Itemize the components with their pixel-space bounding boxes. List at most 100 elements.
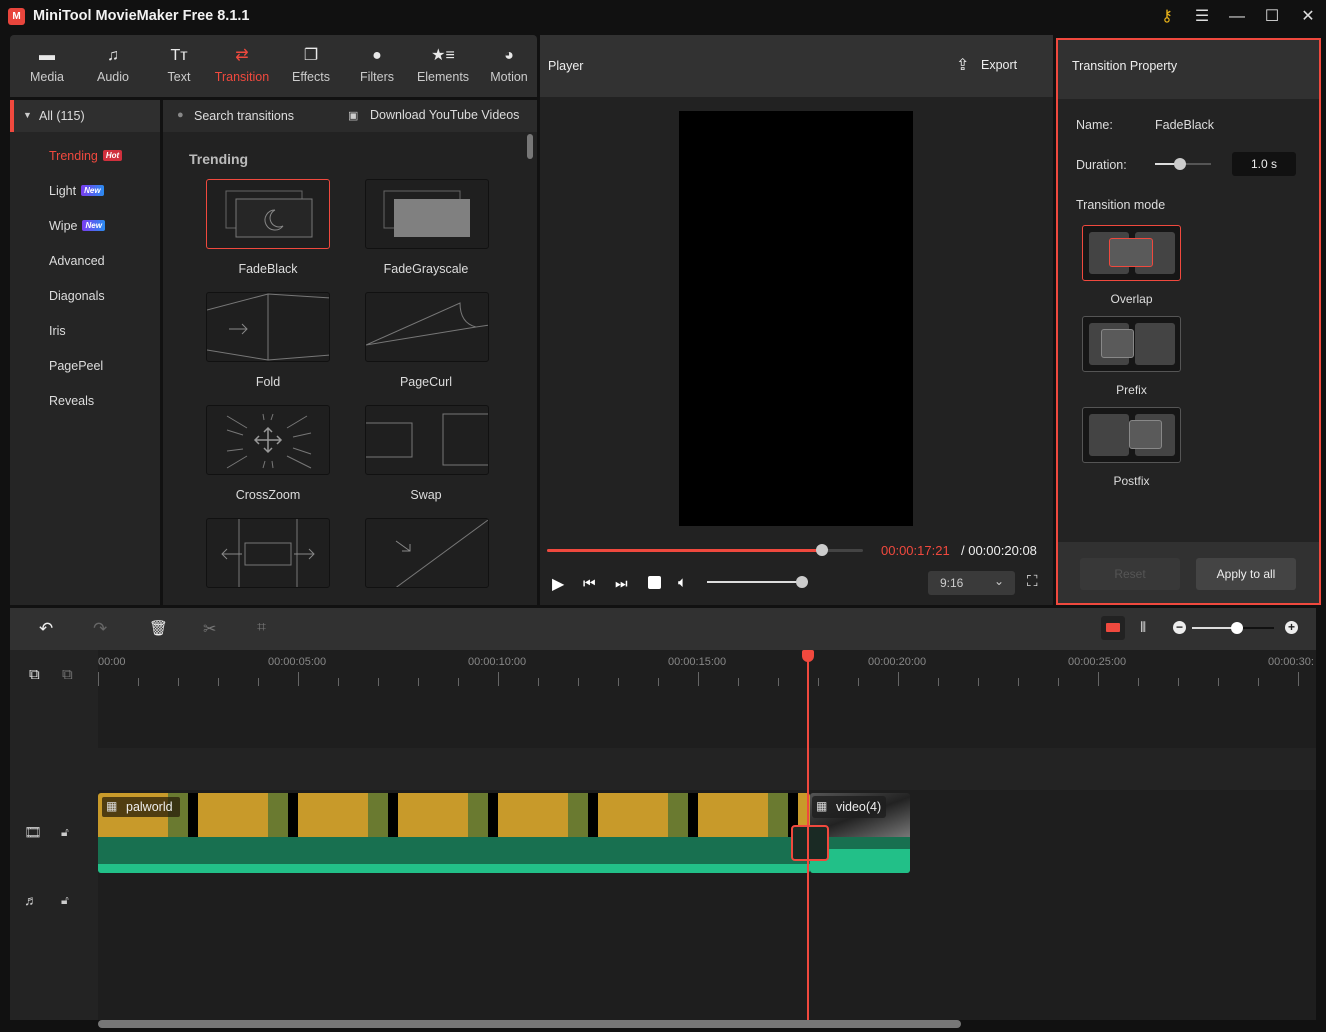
filters-icon: ●: [372, 47, 382, 64]
snap-button[interactable]: [1101, 616, 1125, 640]
category-pagepeel[interactable]: PagePeel: [49, 359, 103, 373]
clip-thumbnails: [98, 793, 810, 837]
ruler-tick: [1098, 672, 1099, 686]
volume-slider[interactable]: [707, 576, 808, 588]
tab-effects[interactable]: ❐ Effects: [278, 35, 344, 97]
category-diagonals[interactable]: Diagonals: [49, 289, 105, 303]
aspect-ratio-select[interactable]: 9:16 ⌄: [928, 571, 1015, 595]
crop-icon[interactable]: ⌗: [257, 619, 266, 637]
track-headers: ⧉ ⧉ 🎞︎ 🔓︎ ♬ 🔓︎: [10, 650, 98, 1020]
remove-track-icon[interactable]: ⧉: [62, 666, 73, 683]
tab-media[interactable]: ▬ Media: [14, 35, 80, 97]
transition-diagonal[interactable]: [365, 518, 489, 588]
category-light[interactable]: Light New: [49, 184, 104, 198]
transition-grid-panel: ● Search transitions ▣ Download YouTube …: [163, 100, 537, 605]
transition-fold[interactable]: [206, 292, 330, 362]
chevron-down-icon: ⌄: [994, 574, 1005, 588]
ruler-tick: [338, 678, 339, 686]
fadeblack-icon: [225, 190, 313, 238]
volume-icon[interactable]: 🔈︎: [678, 574, 687, 591]
ruler-tick: [898, 672, 899, 686]
transition-split[interactable]: [206, 518, 330, 588]
audio-waveform: [98, 837, 810, 873]
playhead[interactable]: [802, 650, 814, 1020]
category-trending[interactable]: Trending Hot: [49, 149, 123, 163]
transition-fadeblack[interactable]: [206, 179, 330, 249]
lock-icon[interactable]: 🔓︎: [61, 825, 69, 840]
timeline-scrollbar[interactable]: [98, 1020, 961, 1028]
name-label: Name:: [1076, 118, 1113, 132]
grid-scrollbar[interactable]: [527, 134, 533, 159]
transition-swap[interactable]: [365, 405, 489, 475]
stop-icon[interactable]: [648, 576, 661, 589]
maximize-icon[interactable]: ☐: [1260, 6, 1284, 28]
previous-frame-icon[interactable]: ⏮: [583, 575, 596, 592]
fit-timeline-icon[interactable]: ⦀: [1140, 619, 1146, 636]
export-button[interactable]: ⇪ Export: [956, 53, 1036, 79]
category-wipe[interactable]: Wipe New: [49, 219, 105, 233]
timeline-zoom-slider[interactable]: [1192, 622, 1274, 634]
grid-header: ● Search transitions ▣ Download YouTube …: [163, 100, 537, 132]
search-input[interactable]: Search transitions: [194, 109, 294, 123]
key-icon[interactable]: ⚷: [1155, 6, 1179, 28]
timeline: ⧉ ⧉ 🎞︎ 🔓︎ ♬ 🔓︎ 00:00 00:00:05:00 00:00:1…: [10, 650, 1316, 1020]
menu-icon[interactable]: ☰: [1190, 6, 1214, 28]
swap-icon: [366, 413, 488, 466]
mode-postfix[interactable]: [1082, 407, 1181, 463]
new-badge: New: [82, 220, 105, 231]
video-clip-palworld[interactable]: ▦ palworld: [98, 793, 810, 873]
next-frame-icon[interactable]: ⏭: [615, 575, 628, 592]
category-advanced[interactable]: Advanced: [49, 254, 105, 268]
main-toolbar: ▬ Media ♫ Audio Tт Text ⇄ Transition ❐ Effect…: [10, 35, 537, 97]
music-icon: ♫: [107, 47, 119, 64]
add-track-icon[interactable]: ⧉: [29, 666, 40, 683]
ruler-tick: [1178, 678, 1179, 686]
lock-icon[interactable]: 🔓︎: [61, 893, 69, 908]
volume-handle[interactable]: [796, 576, 808, 588]
zoom-in-icon[interactable]: +: [1285, 621, 1298, 634]
seek-bar[interactable]: [547, 544, 863, 556]
tab-transition[interactable]: ⇄ Transition: [209, 35, 275, 97]
undo-icon[interactable]: ↶: [39, 619, 53, 639]
playhead-handle[interactable]: [802, 650, 814, 662]
split-icon: [221, 519, 315, 587]
duration-slider[interactable]: [1155, 158, 1211, 170]
delete-icon[interactable]: 🗑︎: [149, 619, 168, 637]
duration-input[interactable]: 1.0 s: [1232, 152, 1296, 176]
apply-to-all-button[interactable]: Apply to all: [1196, 558, 1296, 590]
reset-button[interactable]: Reset: [1080, 558, 1180, 590]
zoom-handle[interactable]: [1231, 622, 1244, 634]
ruler-tick: [738, 678, 739, 686]
ruler-tick: [138, 678, 139, 686]
transition-marker[interactable]: [791, 825, 829, 861]
play-icon[interactable]: ▶: [552, 574, 564, 594]
tab-motion[interactable]: ◕ Motion: [476, 35, 542, 97]
scissors-icon[interactable]: ✂: [203, 619, 216, 639]
transition-pagecurl[interactable]: [365, 292, 489, 362]
transition-fadegrayscale[interactable]: [365, 179, 489, 249]
video-preview[interactable]: [679, 111, 913, 526]
duration-handle[interactable]: [1174, 158, 1187, 170]
category-all[interactable]: ▼ All (115): [10, 100, 160, 132]
download-youtube-link[interactable]: Download YouTube Videos: [370, 108, 519, 122]
tab-filters[interactable]: ● Filters: [344, 35, 410, 97]
minimize-icon[interactable]: —: [1225, 6, 1249, 28]
time-ruler[interactable]: 00:00 00:00:05:00 00:00:10:00 00:00:15:0…: [98, 650, 1316, 690]
tab-audio[interactable]: ♫ Audio: [80, 35, 146, 97]
elements-icon: ★≡: [431, 47, 455, 64]
zoom-out-icon[interactable]: −: [1173, 621, 1186, 634]
tab-elements[interactable]: ★≡ Elements: [410, 35, 476, 97]
transition-crosszoom[interactable]: [206, 405, 330, 475]
mode-overlap[interactable]: [1082, 225, 1181, 281]
seek-handle[interactable]: [815, 544, 828, 556]
ruler-label: 00:00:15:00: [668, 656, 727, 668]
section-title: Trending: [189, 151, 249, 167]
mode-prefix[interactable]: [1082, 316, 1181, 372]
category-reveals[interactable]: Reveals: [49, 394, 94, 408]
close-icon[interactable]: ✕: [1296, 6, 1320, 28]
fullscreen-icon[interactable]: ⛶: [1027, 573, 1038, 590]
tab-text[interactable]: Tт Text: [146, 35, 212, 97]
properties-footer: Reset Apply to all: [1058, 542, 1319, 603]
category-iris[interactable]: Iris: [49, 324, 66, 338]
redo-icon[interactable]: ↷: [93, 619, 107, 639]
